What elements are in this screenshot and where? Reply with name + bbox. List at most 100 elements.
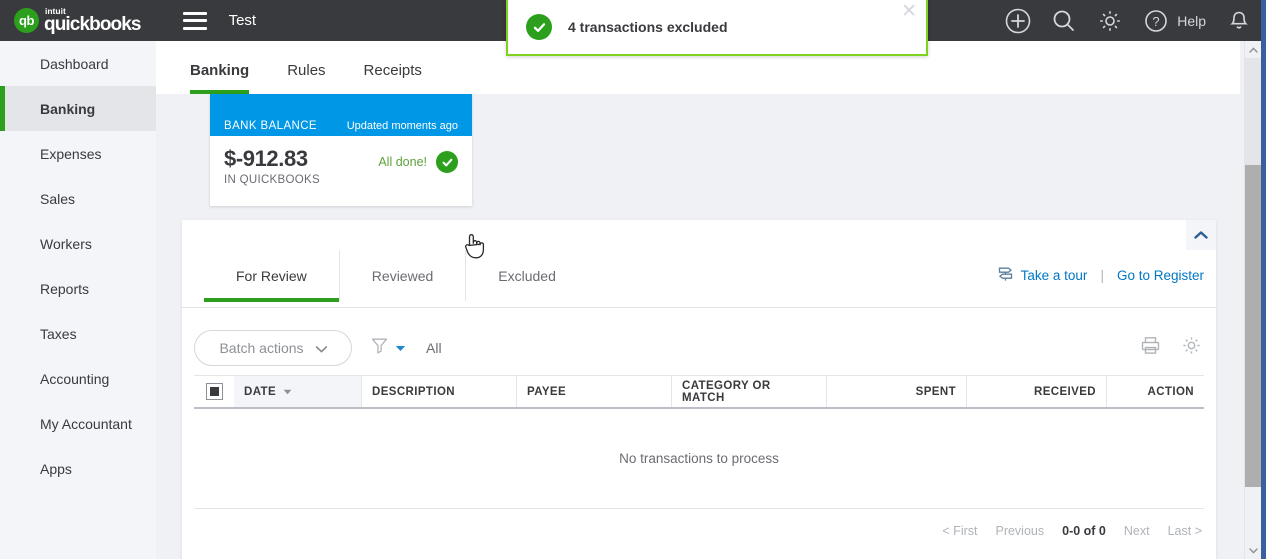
bank-status-text: All done! (378, 155, 427, 169)
table-tools (1140, 335, 1202, 361)
panel-actions: Take a tour | Go to Register (997, 266, 1204, 285)
sidebar-item-expenses[interactable]: Expenses (0, 131, 156, 176)
pagination-previous[interactable]: Previous (995, 524, 1044, 538)
tab-banking[interactable]: Banking (190, 41, 250, 94)
quickbooks-label: quickbooks (44, 13, 141, 35)
column-header-spent-label: SPENT (915, 385, 956, 398)
company-name: Test (228, 12, 257, 29)
check-circle-icon (436, 151, 458, 173)
bank-balance-card[interactable]: BANK BALANCE Updated moments ago $-912.8… (210, 94, 472, 206)
bank-balance-label: BANK BALANCE (224, 120, 317, 132)
column-header-category-or-match[interactable]: CATEGORY OR MATCH (672, 376, 827, 407)
close-icon[interactable]: ✕ (901, 2, 917, 21)
pagination-first[interactable]: < First (942, 524, 977, 538)
sidebar-item-accounting[interactable]: Accounting (0, 356, 156, 401)
scroll-up-arrow-icon[interactable] (1245, 41, 1262, 58)
sidebar-item-workers[interactable]: Workers (0, 221, 156, 266)
bank-card-body: $-912.83 IN QUICKBOOKS All done! (210, 136, 472, 186)
sidebar-item-label: Expenses (40, 145, 102, 162)
subtabs-list: For Review Reviewed Excluded (204, 250, 588, 302)
success-check-icon (526, 14, 552, 40)
filter-button[interactable] (370, 336, 406, 360)
bell-icon[interactable] (1226, 8, 1252, 34)
help-icon[interactable]: ? (1143, 8, 1169, 34)
bank-balance-amount: $-912.83 (224, 146, 308, 171)
checkbox-indeterminate-mark (209, 387, 219, 396)
pagination-last[interactable]: Last > (1168, 524, 1202, 538)
bank-amount-group: $-912.83 IN QUICKBOOKS (224, 146, 320, 186)
sidebar-item-taxes[interactable]: Taxes (0, 311, 156, 356)
hamburger-bar (182, 19, 207, 22)
sidebar-item-apps[interactable]: Apps (0, 446, 156, 491)
print-icon[interactable] (1140, 335, 1161, 361)
transactions-panel: For Review Reviewed Excluded Take a tour |… (182, 220, 1216, 559)
take-a-tour-button[interactable]: Take a tour (997, 266, 1087, 285)
sidebar-item-label: Workers (40, 235, 92, 252)
left-sidebar: Dashboard Banking Expenses Sales Workers Repo… (0, 41, 156, 559)
table-settings-gear-icon[interactable] (1181, 335, 1202, 361)
quickbooks-app: qb intuit quickbooks Test ? Help Dashboa… (0, 0, 1266, 559)
sort-chevron-down-icon (283, 386, 292, 398)
transaction-subtabs: For Review Reviewed Excluded Take a tour |… (182, 250, 1216, 308)
hamburger-menu-icon[interactable] (182, 11, 207, 30)
table-toolbar: Batch actions All (182, 321, 1216, 375)
funnel-icon (370, 336, 389, 360)
subtab-reviewed[interactable]: Reviewed (340, 250, 467, 301)
sidebar-item-label: Accounting (40, 370, 110, 387)
column-header-received-label: RECEIVED (1034, 385, 1096, 398)
filter-state-label[interactable]: All (426, 340, 442, 356)
bank-balance-source: IN QUICKBOOKS (224, 174, 320, 186)
sidebar-item-reports[interactable]: Reports (0, 266, 156, 311)
sidebar-item-label: Taxes (40, 325, 77, 342)
sidebar-item-banking[interactable]: Banking (0, 86, 156, 131)
hamburger-bar (182, 26, 207, 30)
scroll-down-arrow-icon[interactable] (1245, 542, 1262, 559)
bank-status-group: All done! (378, 146, 458, 173)
qb-logo-mark: qb (14, 8, 39, 33)
subtab-excluded[interactable]: Excluded (466, 250, 588, 301)
sidebar-item-label: My Accountant (40, 415, 132, 432)
column-header-action[interactable]: ACTION (1107, 376, 1204, 407)
column-header-payee-label: PAYEE (527, 385, 567, 398)
sidebar-item-dashboard[interactable]: Dashboard (0, 41, 156, 86)
scrollbar-track[interactable] (1245, 58, 1262, 165)
go-to-register-link[interactable]: Go to Register (1117, 268, 1204, 283)
svg-text:?: ? (1153, 14, 1160, 29)
pagination-range: 0-0 of 0 (1062, 524, 1106, 538)
column-header-spent[interactable]: SPENT (827, 376, 967, 407)
column-header-received[interactable]: RECEIVED (967, 376, 1107, 407)
sidebar-item-my-accountant[interactable]: My Accountant (0, 401, 156, 446)
page-scrollbar[interactable] (1244, 41, 1262, 559)
pagination-next[interactable]: Next (1124, 524, 1150, 538)
tab-receipts[interactable]: Receipts (364, 41, 422, 94)
column-header-payee[interactable]: PAYEE (517, 376, 672, 407)
browser-window-edge (1261, 0, 1266, 559)
collapse-panel-button[interactable] (1186, 220, 1216, 250)
subtab-for-review[interactable]: For Review (204, 250, 340, 302)
signpost-icon (997, 266, 1014, 285)
chevron-down-icon (315, 340, 327, 356)
quickbooks-logo[interactable]: qb intuit quickbooks (14, 0, 141, 41)
actions-divider: | (1100, 268, 1104, 283)
tab-rules[interactable]: Rules (287, 41, 325, 94)
help-label[interactable]: Help (1177, 13, 1206, 29)
column-header-description[interactable]: DESCRIPTION (362, 376, 517, 407)
column-header-date[interactable]: DATE (234, 376, 362, 407)
search-icon[interactable] (1051, 8, 1077, 34)
sidebar-item-label: Sales (40, 190, 76, 207)
toast-message: 4 transactions excluded (568, 19, 728, 35)
batch-actions-button[interactable]: Batch actions (194, 330, 352, 366)
add-icon[interactable] (1005, 8, 1031, 34)
empty-state-message: No transactions to process (619, 451, 779, 466)
transactions-table: DATE DESCRIPTION PAYEE CATEGORY OR MATCH (194, 375, 1204, 553)
bank-updated-label: Updated moments ago (346, 120, 458, 132)
select-all-header (194, 376, 234, 407)
main-content: Banking Rules Receipts BANK BALANCE Update… (156, 41, 1240, 559)
column-header-category-or-match-label: CATEGORY OR MATCH (682, 379, 771, 404)
select-all-checkbox[interactable] (205, 383, 223, 400)
top-bar-actions: ? Help (1005, 0, 1252, 41)
gear-icon[interactable] (1097, 8, 1123, 34)
sidebar-item-sales[interactable]: Sales (0, 176, 156, 221)
scrollbar-thumb[interactable] (1245, 165, 1262, 487)
qb-wordmark: intuit quickbooks (44, 7, 141, 34)
